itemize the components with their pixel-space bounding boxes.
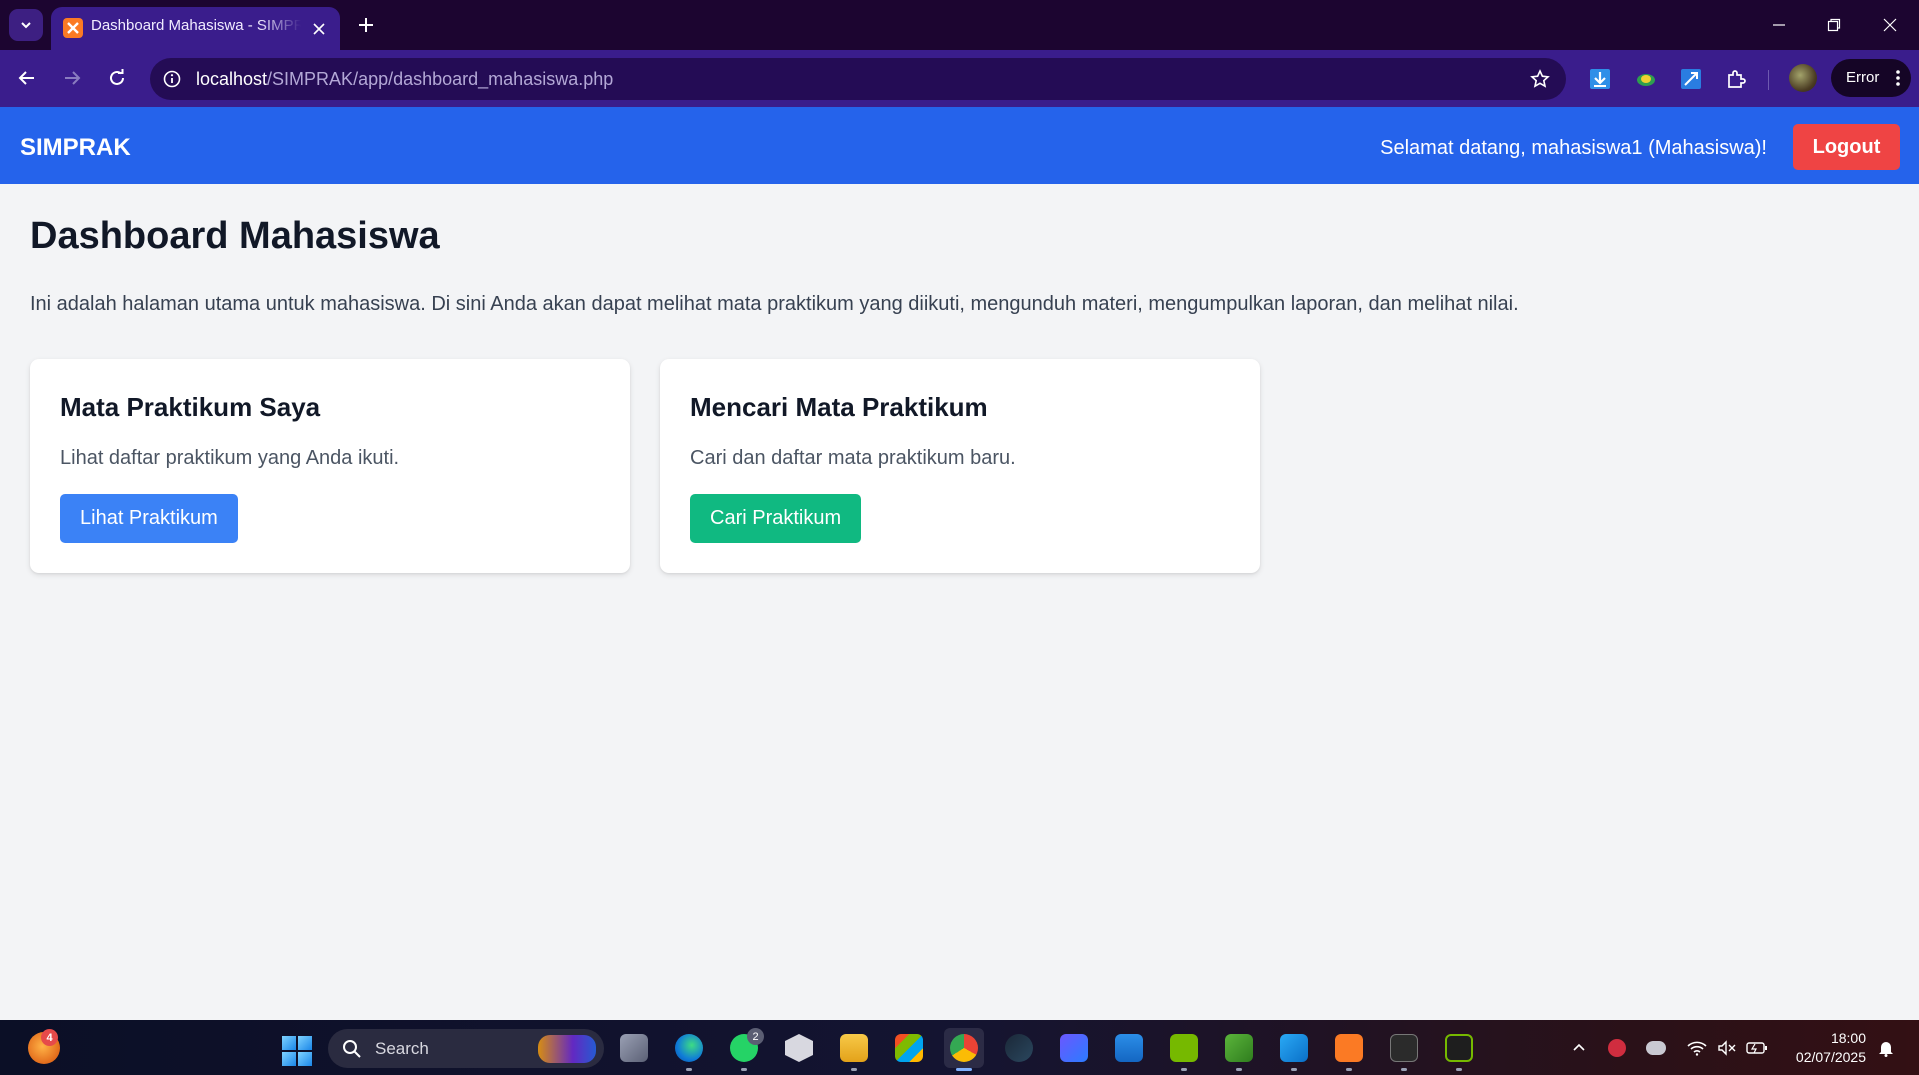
toolbar-separator (1768, 70, 1769, 90)
brand-logo-text[interactable]: SIMPRAK (20, 134, 131, 162)
card-text: Lihat daftar praktikum yang Anda ikuti. (60, 447, 400, 469)
clock-time: 18:00 (1830, 1030, 1866, 1046)
download-extension-icon[interactable] (1586, 65, 1614, 93)
xampp-icon[interactable] (1329, 1028, 1369, 1071)
tray-overflow-chevron-icon[interactable] (1568, 1037, 1590, 1059)
restore-window-button[interactable] (1806, 0, 1861, 50)
arrow-right-icon (65, 71, 81, 85)
tray-cloud-error-icon[interactable] (1645, 1037, 1667, 1059)
screenshot-extension-icon[interactable] (1677, 65, 1705, 93)
app-header: SIMPRAK Selamat datang, mahasiswa1 (Maha… (0, 107, 1919, 184)
browser-toolbar: localhost/SIMPRAK/app/dashboard_mahasisw… (0, 50, 1919, 107)
chevron-down-icon (21, 22, 31, 29)
reload-icon (110, 69, 124, 85)
tray-app-red-icon[interactable] (1606, 1037, 1628, 1059)
battery-icon[interactable] (1746, 1037, 1768, 1059)
tab-close-icon[interactable] (308, 18, 330, 40)
whatsapp-badge: 2 (747, 1028, 764, 1045)
weather-badge: 4 (41, 1029, 58, 1046)
site-info-icon[interactable] (160, 67, 184, 91)
url-path: /SIMPRAK/app/dashboard_mahasiswa.php (267, 69, 614, 89)
unity-hub-icon[interactable] (779, 1028, 819, 1068)
task-view-icon[interactable] (614, 1028, 654, 1068)
minimize-window-button[interactable] (1751, 0, 1806, 50)
chrome-browser-icon[interactable] (944, 1028, 984, 1071)
tab-search-button[interactable] (9, 9, 43, 41)
windows-taskbar: 4 Search 2 18:00 02/07/2025 (0, 1020, 1919, 1075)
search-icon (343, 1040, 361, 1058)
microsoft-store-icon[interactable] (889, 1028, 929, 1068)
grammar-extension-icon[interactable] (1632, 65, 1660, 93)
webstorm-icon[interactable] (1054, 1028, 1094, 1068)
photos-icon[interactable] (1109, 1028, 1149, 1068)
start-windows-icon[interactable] (282, 1036, 312, 1066)
browser-tab-active[interactable]: Dashboard Mahasiswa - SIMPRAK (51, 7, 340, 50)
terminal-icon[interactable] (1384, 1028, 1424, 1071)
clock-date: 02/07/2025 (1795, 1049, 1866, 1065)
steam-icon[interactable] (999, 1028, 1039, 1068)
back-button[interactable] (9, 60, 45, 96)
address-bar[interactable]: localhost/SIMPRAK/app/dashboard_mahasisw… (150, 58, 1566, 100)
close-icon (1883, 18, 1896, 32)
card-my-practicum: Mata Praktikum Saya Lihat daftar praktik… (30, 359, 630, 573)
system-clock[interactable]: 18:00 02/07/2025 (1786, 1029, 1866, 1067)
close-window-button[interactable] (1862, 0, 1917, 50)
plus-icon (359, 18, 373, 32)
nvidia-icon[interactable] (1164, 1028, 1204, 1071)
search-highlight-image (538, 1035, 596, 1063)
page-viewport: SIMPRAK Selamat datang, mahasiswa1 (Maha… (0, 107, 1919, 1020)
nvidia-app-icon[interactable] (1439, 1028, 1479, 1071)
new-tab-button[interactable] (352, 11, 380, 39)
page-title: Dashboard Mahasiswa (30, 215, 440, 257)
minecraft-launcher-icon[interactable] (1219, 1028, 1259, 1071)
restore-icon (1827, 18, 1840, 32)
vscode-icon[interactable] (1274, 1028, 1314, 1071)
url-host: localhost (196, 69, 268, 89)
profile-avatar[interactable] (1789, 64, 1817, 92)
search-practicum-button[interactable]: Cari Praktikum (690, 494, 862, 543)
url-text: localhost/SIMPRAK/app/dashboard_mahasisw… (196, 69, 613, 90)
page-description: Ini adalah halaman utama untuk mahasiswa… (30, 293, 1519, 315)
profile-error-button[interactable]: Error (1831, 59, 1911, 97)
kebab-menu-icon (1896, 70, 1900, 86)
extensions-puzzle-icon[interactable] (1722, 65, 1750, 93)
card-title: Mencari Mata Praktikum (690, 392, 988, 422)
whatsapp-icon[interactable]: 2 (724, 1028, 764, 1071)
xampp-favicon-icon (63, 18, 83, 38)
volume-muted-icon[interactable] (1716, 1037, 1738, 1059)
forward-button[interactable] (54, 60, 90, 96)
browser-tab-strip: Dashboard Mahasiswa - SIMPRAK (0, 0, 1919, 50)
bookmark-star-icon[interactable] (1528, 67, 1552, 91)
minimize-icon (1772, 24, 1785, 26)
card-find-practicum: Mencari Mata Praktikum Cari dan daftar m… (660, 359, 1260, 573)
card-title: Mata Praktikum Saya (60, 392, 321, 422)
edge-browser-icon[interactable] (669, 1028, 709, 1071)
notification-bell-icon[interactable] (1875, 1037, 1897, 1059)
logout-button[interactable]: Logout (1793, 124, 1900, 170)
profile-error-label: Error (1846, 69, 1880, 86)
arrow-left-icon (18, 71, 34, 85)
taskbar-search-placeholder: Search (375, 1039, 429, 1058)
reload-button[interactable] (99, 60, 135, 96)
wifi-icon[interactable] (1686, 1037, 1708, 1059)
card-text: Cari dan daftar mata praktikum baru. (690, 447, 1016, 469)
taskbar-search-box[interactable]: Search (328, 1029, 604, 1068)
file-explorer-icon[interactable] (834, 1028, 874, 1071)
welcome-message: Selamat datang, mahasiswa1 (Mahasiswa)! (1380, 137, 1767, 159)
view-practicum-button[interactable]: Lihat Praktikum (60, 494, 238, 543)
tab-title: Dashboard Mahasiswa - SIMPRAK (91, 17, 301, 34)
